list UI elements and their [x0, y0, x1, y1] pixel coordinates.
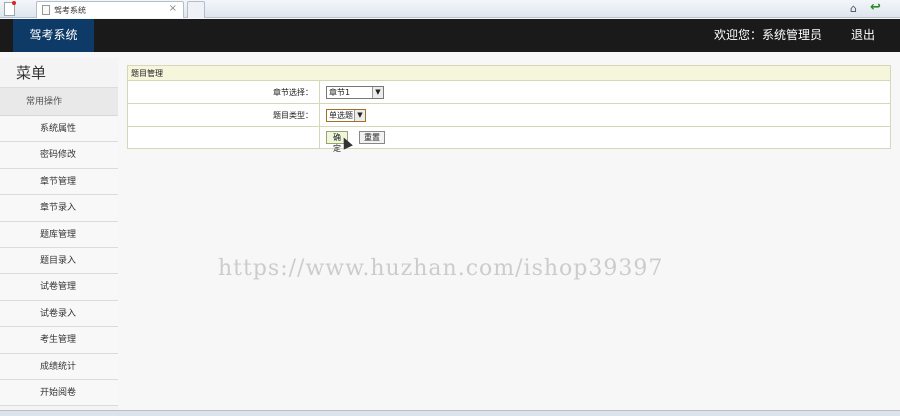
- type-label: 题目类型：: [273, 111, 313, 120]
- sidebar-item-paper-entry[interactable]: 试卷录入: [0, 300, 118, 328]
- sidebar-item-question-entry[interactable]: 题目录入: [0, 247, 118, 275]
- question-manage-panel: 题目管理 章节选择： 章节1 ▼ 题目类型： 单选题 ▼ 确定 重置: [127, 65, 891, 153]
- home-icon[interactable]: ⌂: [850, 2, 857, 15]
- label-cell: 题目类型：: [128, 104, 320, 126]
- browser-tab[interactable]: 驾考系统 ×: [36, 1, 184, 18]
- sidebar-item-start-grading[interactable]: 开始阅卷: [0, 379, 118, 407]
- chapter-select-value: 章节1: [329, 88, 351, 97]
- form-row-actions: 确定 重置: [128, 127, 890, 153]
- chapter-select[interactable]: 章节1 ▼: [326, 86, 384, 99]
- watermark-text: https://www.huzhan.com/ishop39397: [218, 256, 664, 281]
- sidebar-item-question-bank[interactable]: 题库管理: [0, 221, 118, 248]
- sidebar-item-paper-manage[interactable]: 试卷管理: [0, 274, 118, 301]
- tab-title: 驾考系统: [54, 6, 86, 15]
- brand-logo[interactable]: 驾考系统: [13, 19, 94, 52]
- sidebar-group-common[interactable]: 常用操作: [0, 88, 118, 116]
- sidebar-item-chapter-manage[interactable]: 章节管理: [0, 168, 118, 196]
- sidebar-item-score-stats[interactable]: 成绩统计: [0, 353, 118, 380]
- sidebar-item-chapter-entry[interactable]: 章节录入: [0, 195, 118, 222]
- label-cell: 章节选择：: [128, 81, 320, 103]
- logout-link[interactable]: 退出: [851, 19, 875, 52]
- chevron-down-icon[interactable]: ▼: [354, 110, 365, 121]
- type-select[interactable]: 单选题 ▼: [326, 109, 366, 122]
- close-icon[interactable]: ×: [169, 3, 177, 14]
- new-tab-button[interactable]: [187, 1, 205, 18]
- back-icon[interactable]: ↩: [870, 0, 881, 15]
- browser-app-icon[interactable]: [4, 1, 16, 16]
- type-select-value: 单选题: [329, 111, 353, 120]
- sidebar-item-password-change[interactable]: 密码修改: [0, 142, 118, 169]
- page-icon: [42, 5, 50, 15]
- form-row-type: 题目类型： 单选题 ▼: [128, 104, 890, 127]
- browser-chrome: 驾考系统 × ⌂ ↩: [0, 0, 900, 18]
- label-cell: [128, 127, 320, 148]
- chevron-down-icon[interactable]: ▼: [372, 87, 383, 98]
- sidebar: 菜单 常用操作 系统属性 密码修改 章节管理 章节录入 题库管理 题目录入 试卷…: [0, 58, 118, 410]
- status-bar: [0, 410, 900, 416]
- form-row-chapter: 章节选择： 章节1 ▼: [128, 81, 890, 104]
- chapter-label: 章节选择：: [273, 88, 313, 97]
- welcome-text: 欢迎您：系统管理员: [714, 28, 823, 42]
- sidebar-item-system-properties[interactable]: 系统属性: [0, 116, 118, 143]
- sidebar-item-candidate-manage[interactable]: 考生管理: [0, 327, 118, 354]
- reset-button[interactable]: 重置: [359, 131, 385, 144]
- top-header: 驾考系统 欢迎您：系统管理员 退出: [0, 19, 900, 52]
- panel-title: 题目管理: [128, 66, 890, 81]
- menu-title: 菜单: [0, 58, 118, 88]
